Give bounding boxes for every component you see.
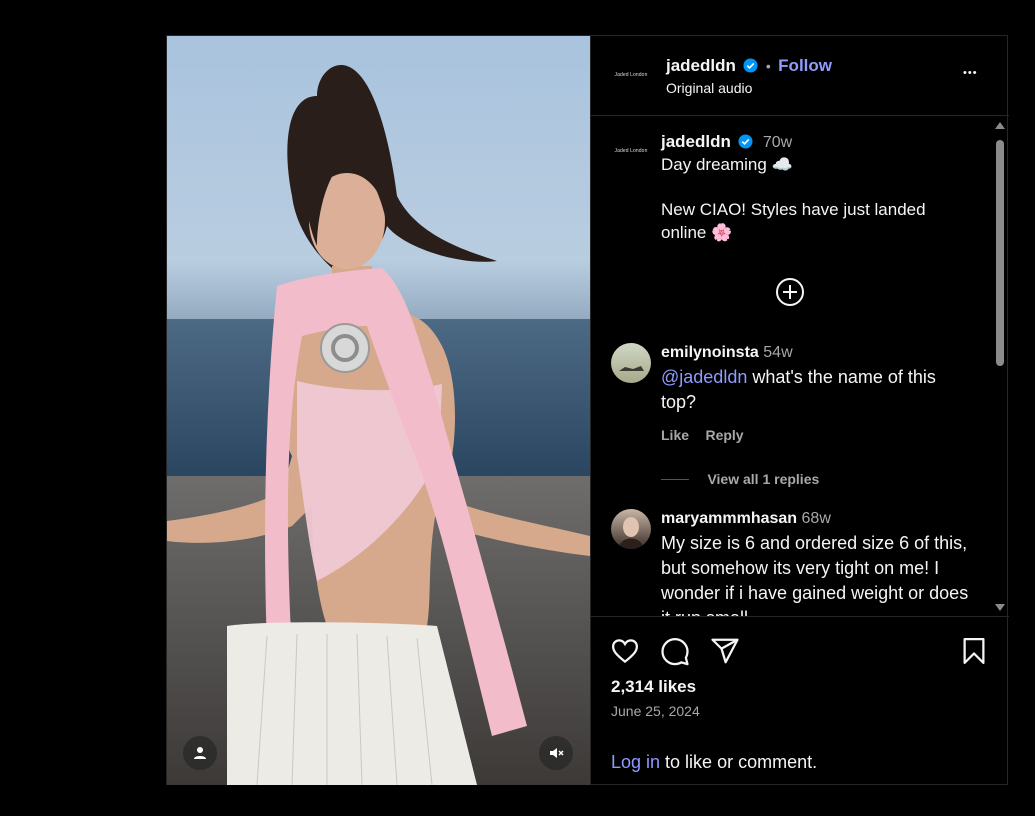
login-prompt-text: to like or comment.	[660, 752, 818, 772]
replies-divider	[661, 479, 689, 481]
post-sidebar: Jaded London jadedldn • Follow Original …	[590, 36, 1009, 785]
scroll-up-arrow[interactable]	[995, 122, 1005, 129]
avatar-photo	[619, 517, 643, 549]
caption-time[interactable]: 70w	[763, 134, 792, 151]
comment-icon[interactable]	[660, 636, 690, 666]
post-actions: 2,314 likes June 25, 2024 Log in to like…	[591, 616, 1009, 786]
tagged-users-button[interactable]	[183, 736, 217, 770]
model-figure	[167, 65, 590, 785]
mute-button[interactable]	[539, 736, 573, 770]
comment-mention[interactable]: @jadedldn	[661, 367, 747, 387]
share-icon[interactable]	[710, 636, 740, 666]
login-link[interactable]: Log in	[611, 752, 660, 772]
likes-count[interactable]: 2,314 likes	[611, 677, 696, 697]
post-date[interactable]: June 25, 2024	[611, 703, 700, 719]
comment-time[interactable]: 54w	[763, 344, 792, 361]
muted-speaker-icon	[550, 748, 564, 758]
scrollbar-thumb[interactable]	[996, 140, 1004, 366]
account-avatar[interactable]: Jaded London	[611, 55, 651, 95]
avatar-logo-text: Jaded London	[614, 72, 648, 78]
caption-username[interactable]: jadedldn	[661, 132, 731, 151]
scrollbar[interactable]	[993, 118, 1007, 615]
more-options-icon[interactable]: •••	[963, 67, 978, 79]
commenter-avatar[interactable]	[611, 343, 651, 383]
load-more-comments-icon[interactable]	[775, 277, 805, 307]
comment-time[interactable]: 68w	[802, 510, 831, 527]
reply-comment-button[interactable]: Reply	[705, 427, 743, 443]
post-modal: Jaded London jadedldn • Follow Original …	[166, 35, 1009, 785]
comment-body: My size is 6 and ordered size 6 of this,…	[661, 533, 969, 616]
caption-line-2: New CIAO! Styles have just landed online…	[661, 200, 926, 242]
comments-scroll-area[interactable]: Jaded London jadedldn 70w Day dreaming ☁…	[591, 116, 1009, 616]
heart-icon[interactable]	[610, 636, 640, 666]
view-replies-button[interactable]: View all 1 replies	[707, 471, 819, 487]
separator-dot: •	[765, 58, 771, 74]
like-comment-button[interactable]: Like	[661, 427, 689, 443]
scroll-down-arrow[interactable]	[995, 604, 1005, 611]
login-prompt: Log in to like or comment.	[611, 752, 817, 773]
comment-username[interactable]: maryammmhasan	[661, 510, 797, 527]
post-media[interactable]	[167, 36, 590, 785]
caption-avatar[interactable]: Jaded London	[611, 131, 651, 171]
comment-text: @jadedldn what's the name of this top?	[661, 365, 971, 415]
header-username[interactable]: jadedldn	[666, 56, 736, 75]
commenter-avatar[interactable]	[611, 509, 651, 549]
audio-link[interactable]: Original audio	[666, 80, 752, 96]
follow-button[interactable]: Follow	[778, 56, 832, 75]
bookmark-icon[interactable]	[959, 636, 989, 666]
caption-line-1: Day dreaming ☁️	[661, 155, 793, 174]
post-header: Jaded London jadedldn • Follow Original …	[591, 36, 1009, 116]
comment-username[interactable]: emilynoinsta	[661, 344, 759, 361]
person-icon	[194, 747, 206, 759]
verified-badge-icon	[743, 58, 758, 73]
caption-avatar-logo-text: Jaded London	[614, 148, 648, 154]
verified-badge-icon	[738, 134, 753, 149]
avatar-photo	[619, 366, 644, 371]
